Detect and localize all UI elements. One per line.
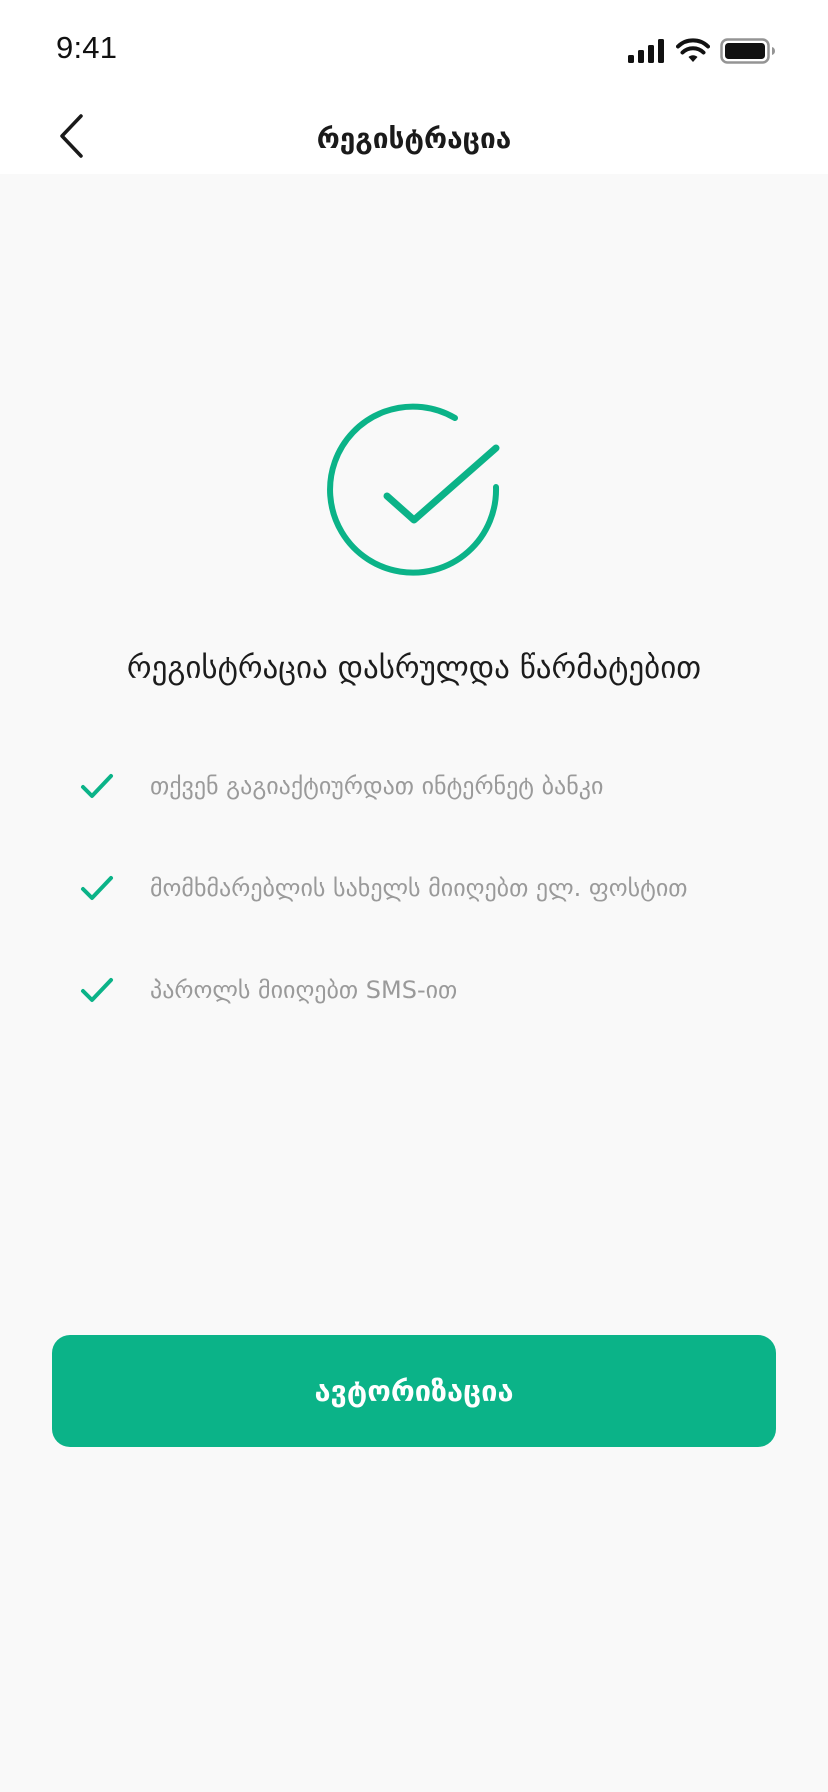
list-item: თქვენ გაგიაქტიურდათ ინტერნეტ ბანკი (80, 770, 780, 872)
list-item: პაროლს მიიღებთ SMS-ით (80, 974, 780, 1076)
check-icon (80, 772, 114, 802)
status-bar: 9:41 (0, 0, 828, 96)
authorization-button[interactable]: ავტორიზაცია (52, 1335, 776, 1447)
list-item: მომხმარებლის სახელს მიიღებთ ელ. ფოსტით (80, 872, 780, 974)
wifi-icon (676, 38, 710, 64)
info-list: თქვენ გაგიაქტიურდათ ინტერნეტ ბანკი მომხმ… (80, 770, 780, 1076)
navigation-bar: რეგისტრაცია (0, 96, 828, 174)
check-icon (80, 976, 114, 1006)
check-icon (80, 874, 114, 904)
main-content: რეგისტრაცია დასრულდა წარმატებით თქვენ გა… (0, 174, 828, 1792)
info-text-username: მომხმარებლის სახელს მიიღებთ ელ. ფოსტით (150, 874, 688, 902)
success-title: რეგისტრაცია დასრულდა წარმატებით (126, 650, 702, 686)
battery-icon (720, 38, 776, 64)
status-time: 9:41 (56, 30, 118, 65)
status-icons (628, 36, 776, 66)
signal-icon (628, 39, 666, 63)
info-text-internet-bank: თქვენ გაგიაქტიურდათ ინტერნეტ ბანკი (150, 772, 604, 800)
check-circle-icon (326, 400, 502, 576)
registration-success-screen: 9:41 რეგისტრაცია რეგისტრაცია დასრულდა წა… (0, 0, 828, 1792)
info-text-password: პაროლს მიიღებთ SMS-ით (150, 976, 458, 1004)
page-title: რეგისტრაცია (316, 122, 512, 155)
